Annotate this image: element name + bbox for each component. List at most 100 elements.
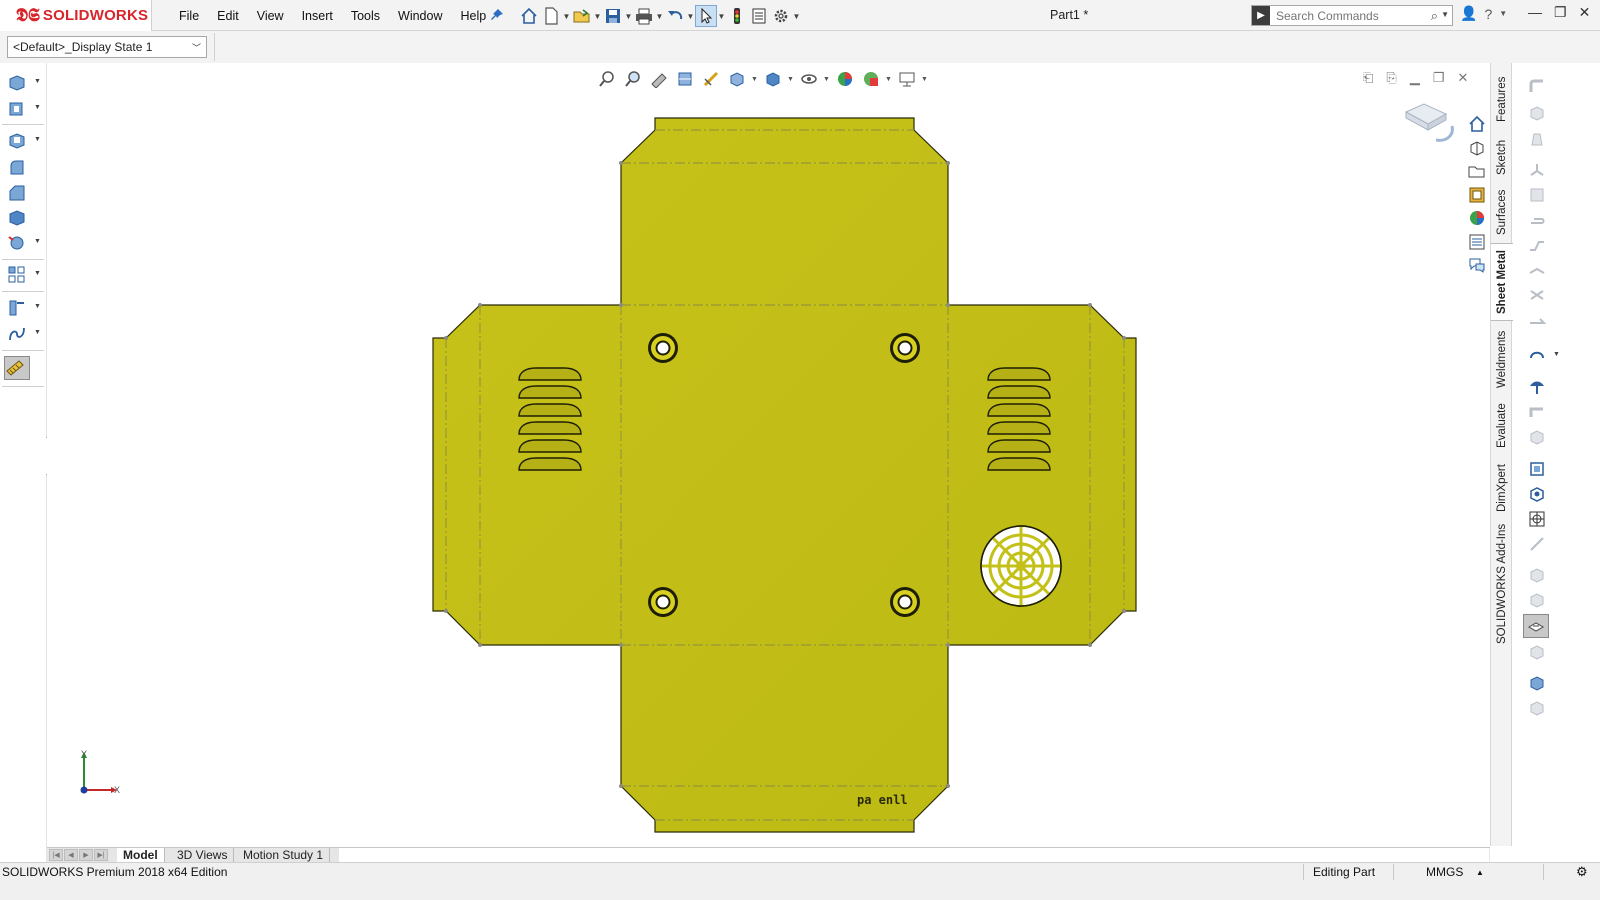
view-selector-cube-icon[interactable] <box>1402 100 1458 146</box>
new-dropdown-icon[interactable]: ▼ <box>562 12 571 21</box>
fan-grill[interactable] <box>980 525 1062 607</box>
appearances-icon[interactable] <box>1466 207 1488 229</box>
viewport-close-icon[interactable]: ✕ <box>1457 70 1468 86</box>
tab-features[interactable]: Features <box>1491 69 1513 129</box>
rip-icon[interactable] <box>1527 427 1547 447</box>
solidworks-logo[interactable]: 𝕯𝕾 SOLIDWORKS <box>0 0 152 31</box>
search-dropdown-icon[interactable]: ▼ <box>1441 10 1449 19</box>
hem-icon[interactable] <box>1527 210 1547 230</box>
unfold-icon[interactable] <box>1527 310 1547 330</box>
options-gear-icon[interactable] <box>770 5 792 27</box>
miter-flange-icon[interactable] <box>1527 185 1547 205</box>
units-dropdown-icon[interactable]: ▲ <box>1476 868 1484 877</box>
custom-properties-icon[interactable] <box>1466 231 1488 253</box>
reference-triad[interactable]: Y X <box>73 748 133 798</box>
tab-and-slot-icon[interactable] <box>1527 642 1547 662</box>
home-icon[interactable] <box>518 5 540 27</box>
convert-to-sheet-metal-icon[interactable] <box>1527 103 1547 123</box>
vent-icon[interactable] <box>1527 509 1547 529</box>
base-flange-icon[interactable] <box>1527 77 1547 97</box>
simple-hole-icon[interactable] <box>1527 484 1547 504</box>
welded-corner-icon[interactable] <box>1527 590 1547 610</box>
linear-pattern-icon[interactable] <box>7 265 27 285</box>
dropdown-icon[interactable]: ▼ <box>885 76 893 83</box>
flatten-icon[interactable] <box>1527 345 1547 365</box>
next-tab-icon[interactable]: ▶ <box>79 849 93 861</box>
tab-motion-study[interactable]: Motion Study 1 <box>237 848 331 862</box>
undo-icon[interactable] <box>664 5 686 27</box>
gusset-icon[interactable] <box>1527 673 1547 693</box>
solidworks-resources-icon[interactable] <box>1466 113 1488 135</box>
shell-icon[interactable] <box>7 208 27 228</box>
tab-model[interactable]: Model <box>117 848 165 862</box>
tab-evaluate[interactable]: Evaluate <box>1491 397 1513 455</box>
spline-icon[interactable] <box>7 324 27 344</box>
magnifier-icon[interactable]: ⌕ <box>1431 8 1438 24</box>
tab-dimxpert[interactable]: DimXpert <box>1491 459 1513 517</box>
menu-edit[interactable]: Edit <box>208 9 248 23</box>
tab-surfaces[interactable]: Surfaces <box>1491 185 1513 239</box>
extruded-cut-icon[interactable] <box>1527 459 1547 479</box>
open-folder-icon[interactable] <box>571 5 593 27</box>
dynamic-annotation-icon[interactable] <box>699 68 723 90</box>
view-settings-icon[interactable] <box>895 68 919 90</box>
revolved-boss-icon[interactable] <box>7 99 27 119</box>
restore-icon[interactable]: ❐ <box>1554 4 1567 21</box>
previous-view-icon[interactable] <box>647 68 671 90</box>
curves-icon[interactable] <box>7 298 27 318</box>
menu-insert[interactable]: Insert <box>293 9 342 23</box>
graphics-area[interactable]: pa enll <box>47 63 1490 847</box>
undo-dropdown-icon[interactable]: ▼ <box>686 12 695 21</box>
help-dropdown-icon[interactable]: ▼ <box>1499 9 1507 18</box>
jog-icon[interactable] <box>1527 235 1547 255</box>
new-document-icon[interactable] <box>540 5 562 27</box>
instant3d-icon[interactable] <box>4 356 30 380</box>
file-explorer-icon[interactable] <box>1466 160 1488 182</box>
dropdown-icon[interactable]: ▼ <box>34 238 41 245</box>
part-outline[interactable] <box>432 117 1137 833</box>
pin-menu-icon[interactable] <box>489 7 505 23</box>
prev-tab-icon[interactable]: ◀ <box>64 849 78 861</box>
forum-icon[interactable] <box>1466 254 1488 276</box>
file-properties-icon[interactable] <box>748 5 770 27</box>
dropdown-icon[interactable]: ▼ <box>34 136 41 143</box>
view-palette-icon[interactable] <box>1466 184 1488 206</box>
open-dropdown-icon[interactable]: ▼ <box>593 12 602 21</box>
forming-tool-icon[interactable] <box>1523 614 1549 638</box>
rebuild-traffic-light-icon[interactable] <box>726 5 748 27</box>
reference-geometry-icon[interactable] <box>7 233 27 253</box>
select-arrow-icon[interactable] <box>695 5 717 27</box>
chamfer-icon[interactable] <box>7 183 27 203</box>
corner-relief-icon[interactable] <box>1527 534 1547 554</box>
cut-extrude-icon[interactable] <box>7 131 27 151</box>
close-icon[interactable]: ✕ <box>1579 4 1591 21</box>
tab-sketch[interactable]: Sketch <box>1491 133 1513 181</box>
extruded-boss-icon[interactable] <box>7 73 27 93</box>
dropdown-icon[interactable]: ▼ <box>34 329 41 336</box>
dropdown-icon[interactable]: ▼ <box>1553 351 1560 358</box>
select-dropdown-icon[interactable]: ▼ <box>717 12 726 21</box>
dropdown-icon[interactable]: ▼ <box>751 76 759 83</box>
edit-appearance-icon[interactable] <box>833 68 857 90</box>
help-icon[interactable]: ? <box>1484 6 1492 22</box>
display-style-icon[interactable] <box>761 68 785 90</box>
unit-system[interactable]: MMGS <box>1426 865 1463 879</box>
no-bends-icon[interactable] <box>1527 377 1547 397</box>
dropdown-icon[interactable]: ▼ <box>787 76 795 83</box>
dropdown-icon[interactable]: ▼ <box>34 78 41 85</box>
tab-3d-views[interactable]: 3D Views <box>171 848 235 862</box>
viewport-minimize-icon[interactable]: ▁ <box>1410 70 1420 86</box>
print-dropdown-icon[interactable]: ▼ <box>655 12 664 21</box>
cross-break-icon[interactable] <box>1527 285 1547 305</box>
menu-view[interactable]: View <box>248 9 293 23</box>
user-account-icon[interactable]: 👤 <box>1460 5 1477 22</box>
lofted-bend-icon[interactable] <box>1527 129 1547 149</box>
dropdown-icon[interactable]: ▼ <box>34 270 41 277</box>
fillet-icon[interactable] <box>7 158 27 178</box>
viewport-restore-icon[interactable]: ❐ <box>1433 70 1445 86</box>
help-tooltip-icon[interactable]: ⚙ <box>1576 864 1588 880</box>
hide-show-items-icon[interactable] <box>797 68 821 90</box>
menu-tools[interactable]: Tools <box>342 9 389 23</box>
dropdown-icon[interactable]: ▼ <box>921 76 929 83</box>
save-dropdown-icon[interactable]: ▼ <box>624 12 633 21</box>
